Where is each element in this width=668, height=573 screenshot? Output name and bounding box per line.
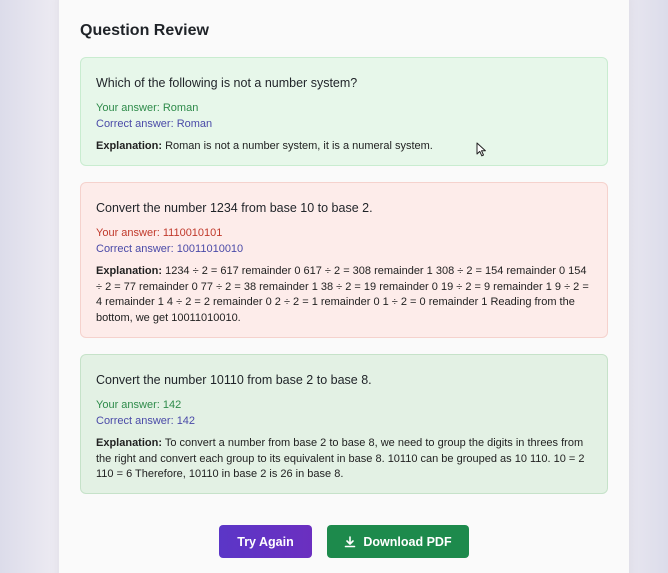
correct-answer: Correct answer: Roman [96, 117, 213, 130]
correct-answer: Correct answer: 142 [96, 414, 196, 427]
explanation-label: Explanation: [96, 437, 163, 449]
download-pdf-label: Download PDF [363, 534, 452, 549]
explanation-label: Explanation: [96, 265, 163, 277]
question-card: Convert the number 1234 from base 10 to … [80, 182, 608, 338]
page-title: Question Review [80, 22, 209, 39]
try-again-label: Try Again [237, 534, 294, 549]
explanation: Explanation: Roman is not a number syste… [96, 139, 592, 155]
explanation-text: To convert a number from base 2 to base … [96, 437, 585, 480]
question-text: Convert the number 1234 from base 10 to … [96, 201, 373, 215]
explanation: Explanation: 1234 ÷ 2 = 617 remainder 0 … [96, 264, 592, 326]
explanation-text: 1234 ÷ 2 = 617 remainder 0 617 ÷ 2 = 308… [96, 265, 589, 324]
mouse-pointer-icon [476, 142, 487, 162]
question-text: Convert the number 10110 from base 2 to … [96, 373, 372, 387]
download-icon [344, 535, 356, 548]
explanation-label: Explanation: [96, 140, 163, 152]
your-answer: Your answer: 1110010101 [96, 227, 223, 239]
try-again-button[interactable]: Try Again [219, 525, 312, 558]
question-text: Which of the following is not a number s… [96, 76, 358, 90]
your-answer: Your answer: 142 [96, 399, 182, 411]
explanation-text: Roman is not a number system, it is a nu… [165, 140, 433, 152]
question-card: Which of the following is not a number s… [80, 57, 608, 166]
correct-answer: Correct answer: 10011010010 [96, 242, 244, 255]
explanation: Explanation: To convert a number from ba… [96, 436, 592, 483]
question-card: Convert the number 10110 from base 2 to … [80, 354, 608, 494]
download-pdf-button[interactable]: Download PDF [327, 525, 469, 558]
your-answer: Your answer: Roman [96, 102, 199, 114]
